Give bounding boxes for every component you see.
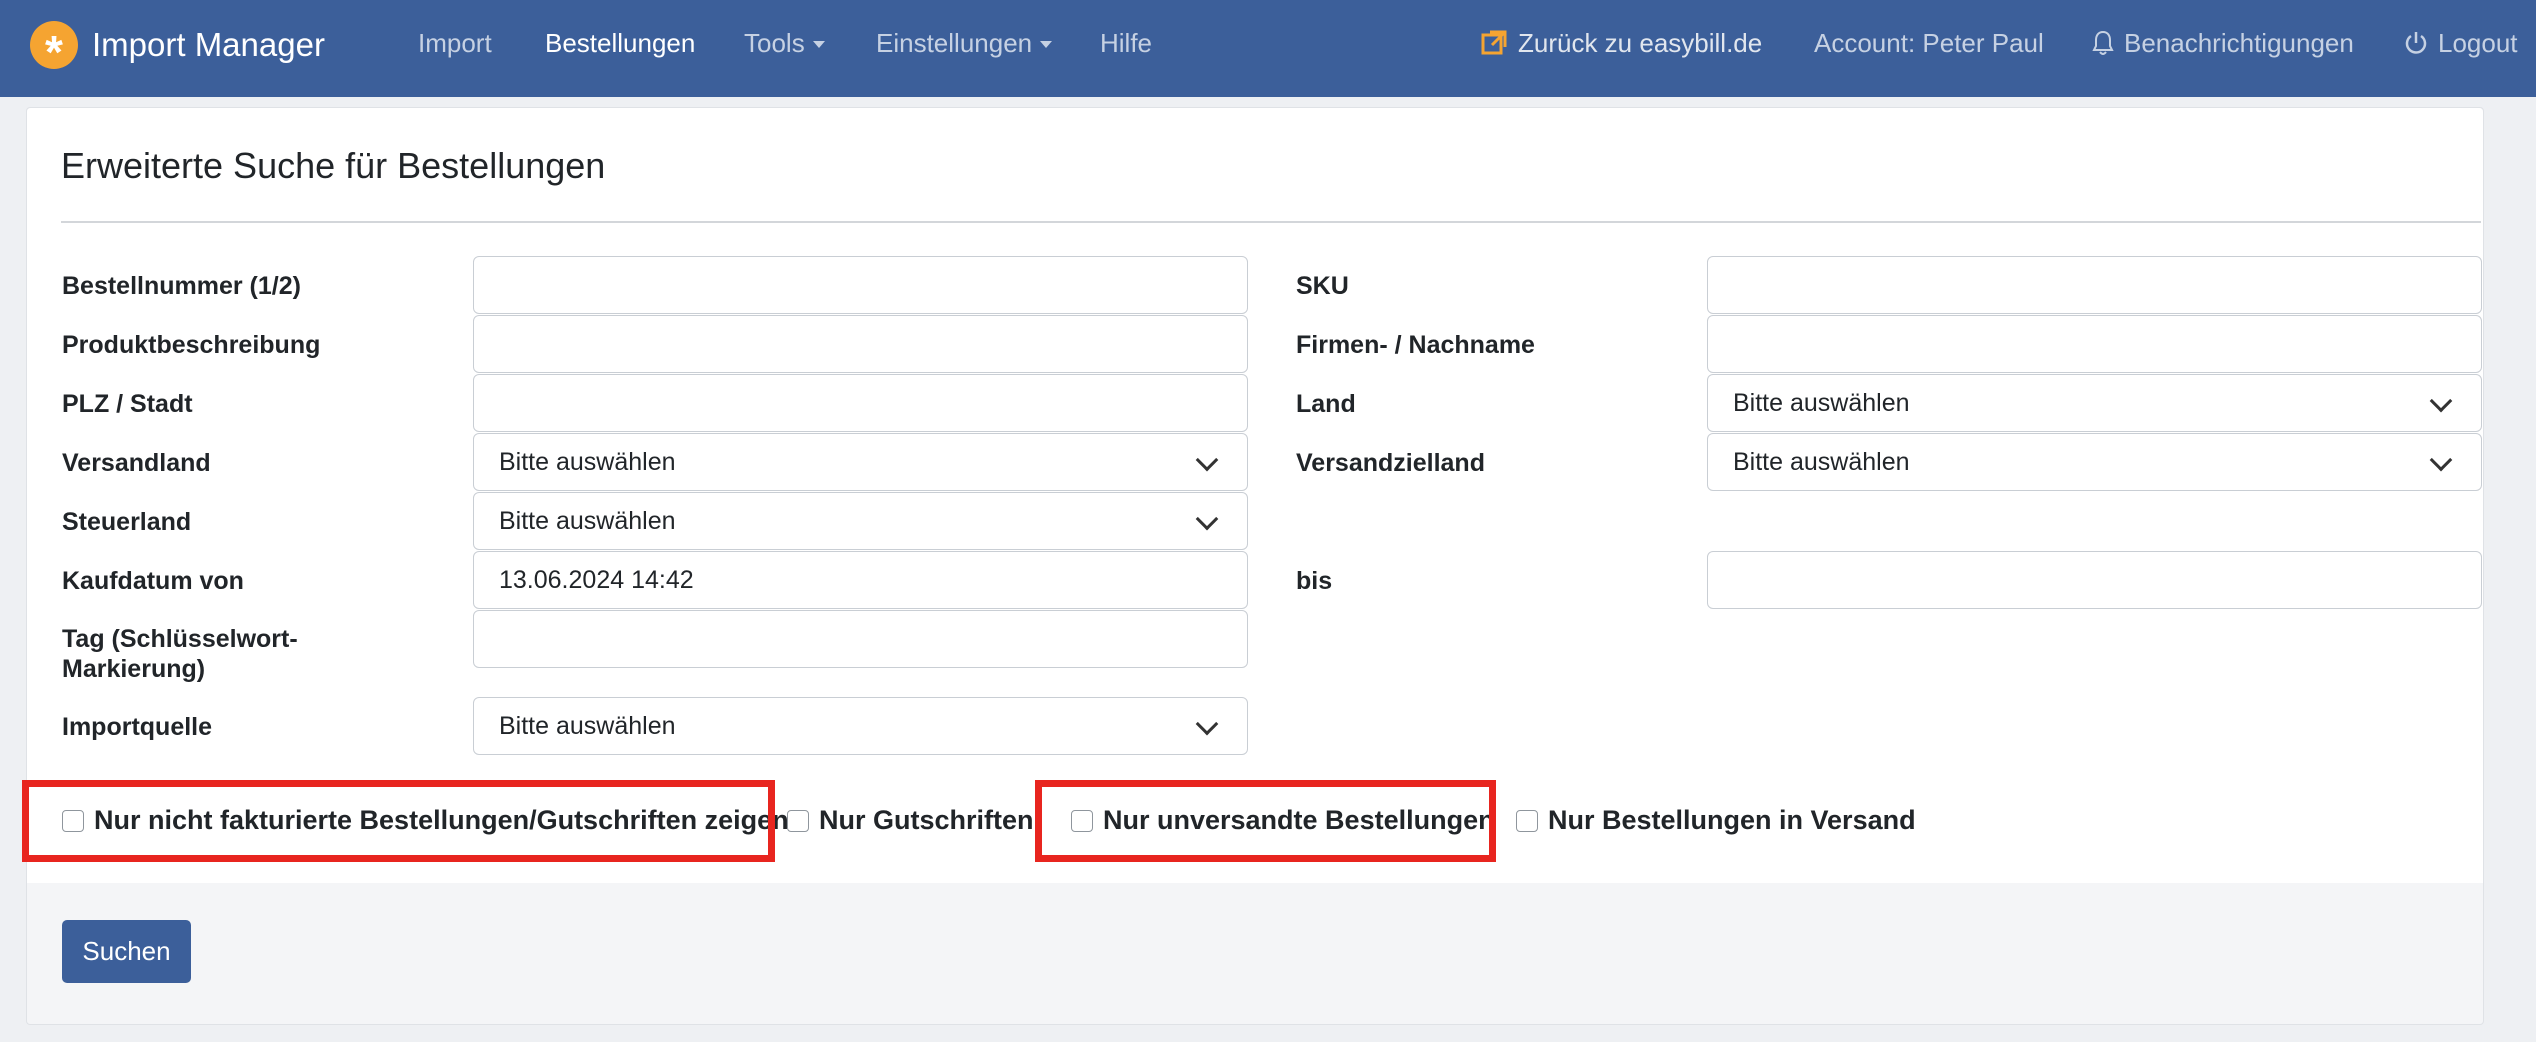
nav-tools-label: Tools [744, 27, 805, 58]
purchase-date-to-input[interactable] [1707, 551, 2482, 609]
account-link[interactable]: Account: Peter Paul [1814, 26, 2044, 60]
notifications-label: Benachrichtigungen [2124, 27, 2354, 58]
caret-down-icon [812, 40, 825, 48]
company-name-label: Firmen- / Nachname [1296, 331, 1535, 359]
logout-label: Logout [2438, 27, 2518, 58]
top-navbar: * Import Manager Import Bestellungen Too… [0, 0, 2536, 97]
brand[interactable]: * Import Manager [30, 20, 325, 75]
product-description-label: Produktbeschreibung [62, 331, 321, 359]
order-number-input[interactable] [473, 256, 1248, 314]
logout-link[interactable]: Logout [2404, 26, 2518, 60]
back-to-easybill-link[interactable]: Zurück zu easybill.de [1480, 26, 1762, 60]
checkbox-unshipped[interactable]: Nur unversandte Bestellungen [1071, 805, 1495, 836]
import-source-select[interactable]: Bitte auswählen [473, 697, 1248, 755]
nav-hilfe[interactable]: Hilfe [1100, 26, 1152, 60]
nav-import[interactable]: Import [418, 26, 492, 60]
tax-country-select[interactable]: Bitte auswählen [473, 492, 1248, 550]
zip-city-input[interactable] [473, 374, 1248, 432]
nav-tools[interactable]: Tools [744, 26, 825, 60]
bell-icon [2092, 30, 2114, 56]
tag-label: Tag (Schlüsselwort-Markierung) [62, 625, 298, 683]
product-description-input[interactable] [473, 315, 1248, 373]
purchase-date-from-label: Kaufdatum von [62, 567, 244, 595]
shipping-country-label: Versandland [62, 449, 211, 477]
power-icon [2404, 31, 2428, 55]
checkbox-credit-notes-label: Nur Gutschriften [819, 805, 1034, 835]
notifications-link[interactable]: Benachrichtigungen [2092, 26, 2354, 60]
checkbox-box[interactable] [1516, 809, 1538, 832]
checkbox-not-invoiced[interactable]: Nur nicht fakturierte Bestellungen/Gutsc… [62, 805, 789, 836]
sku-label: SKU [1296, 272, 1349, 300]
checkbox-not-invoiced-label: Nur nicht fakturierte Bestellungen/Gutsc… [94, 805, 789, 835]
purchase-date-to-label: bis [1296, 567, 1333, 595]
checkbox-in-shipping-label: Nur Bestellungen in Versand [1548, 805, 1916, 835]
country-select[interactable]: Bitte auswählen [1707, 374, 2482, 432]
search-button[interactable]: Suchen [62, 920, 191, 983]
order-number-label: Bestellnummer (1/2) [62, 272, 301, 300]
zip-city-label: PLZ / Stadt [62, 390, 193, 418]
asterisk-icon: * [30, 21, 78, 75]
page-title: Erweiterte Suche für Bestellungen [61, 145, 606, 186]
checkbox-box[interactable] [62, 809, 84, 832]
checkbox-box[interactable] [1071, 809, 1093, 832]
checkbox-in-shipping[interactable]: Nur Bestellungen in Versand [1516, 805, 1916, 836]
country-label: Land [1296, 390, 1356, 418]
import-source-label: Importquelle [62, 713, 213, 741]
search-card-body [27, 108, 2483, 883]
destination-country-label: Versandzielland [1296, 449, 1485, 477]
company-name-input[interactable] [1707, 315, 2482, 373]
nav-bestellungen[interactable]: Bestellungen [545, 26, 695, 60]
title-divider [61, 221, 2481, 223]
checkbox-credit-notes[interactable]: Nur Gutschriften [787, 805, 1034, 836]
destination-country-select[interactable]: Bitte auswählen [1707, 433, 2482, 491]
checkbox-unshipped-label: Nur unversandte Bestellungen [1103, 805, 1495, 835]
back-to-easybill-label: Zurück zu easybill.de [1518, 27, 1763, 58]
caret-down-icon [1040, 40, 1053, 48]
brand-title: Import Manager [92, 26, 325, 63]
external-link-icon [1480, 29, 1508, 57]
tag-input[interactable] [473, 610, 1248, 668]
sku-input[interactable] [1707, 256, 2482, 314]
purchase-date-from-input[interactable]: 13.06.2024 14:42 [473, 551, 1248, 609]
nav-einstellungen[interactable]: Einstellungen [876, 26, 1053, 60]
tax-country-label: Steuerland [62, 508, 192, 536]
checkbox-box[interactable] [787, 809, 809, 832]
shipping-country-select[interactable]: Bitte auswählen [473, 433, 1248, 491]
nav-einstellungen-label: Einstellungen [876, 27, 1033, 58]
